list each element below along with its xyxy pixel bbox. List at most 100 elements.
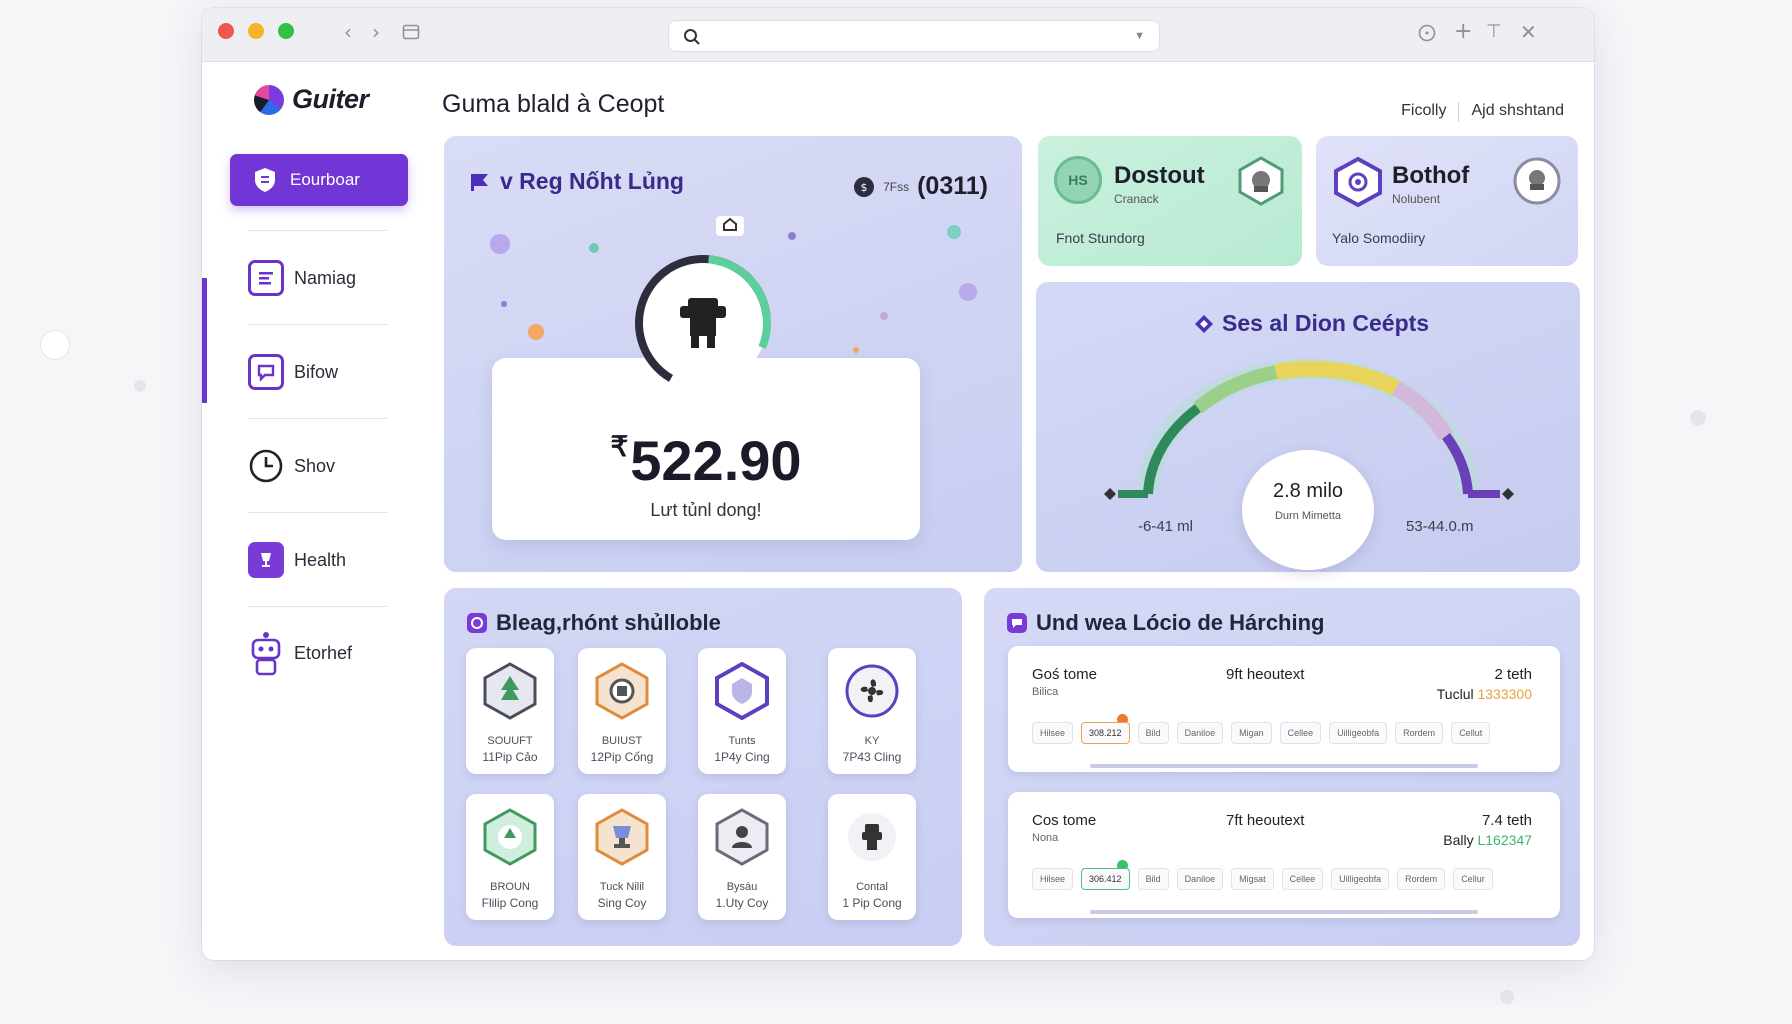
eye-badge-icon [1334,156,1382,208]
chip[interactable]: Rordem [1395,722,1444,744]
fan-badge-icon [845,664,899,718]
chevron-down-icon[interactable]: ▼ [1134,30,1145,42]
balance-card: v Reg Nốht Lủng $ 7Fss (0311) ₹522.90 Lư… [444,136,1022,572]
chip[interactable]: Uilligeobfa [1331,868,1390,890]
chip[interactable]: Migan [1231,722,1272,744]
new-tab-icon[interactable]: + [1454,21,1472,43]
chip-selected[interactable]: 308.212 [1081,722,1130,744]
stat-card-dostout[interactable]: HS Dostout Cranack Fnot Stundorg [1038,136,1302,266]
matching-list-card: Und wea Lócio de Hárching Goś tome Bilic… [984,588,1580,946]
achievement-badge[interactable]: BROUN Flilip Cong [466,794,554,920]
chip-selected[interactable]: 306.412 [1081,868,1130,890]
row-right-label: Tuclul [1436,686,1474,702]
person-badge-icon [715,808,769,866]
top-link-1[interactable]: Ficolly [1401,102,1446,122]
badge-sub: 7P43 Cling [842,750,902,764]
chip[interactable]: Migsat [1231,868,1274,890]
card-title-text: Und wea Lócio de Hárching [1036,610,1325,635]
chip[interactable]: Bild [1137,722,1169,744]
chip[interactable]: Uilligeobfa [1329,722,1388,744]
card-title-text: Ses al Dion Ceépts [1222,310,1430,336]
achievement-badge[interactable]: Contal 1 Pip Cong [828,794,916,920]
list-item[interactable]: Cos tome Nona 7ft heoutext 7.4 teth Ball… [1008,792,1560,918]
sidebar-item-namiag[interactable]: Namiag [248,260,356,296]
hs-icon: HS [1054,156,1102,204]
sidebar-item-active[interactable]: Eourboar [230,154,408,206]
browser-window: ‹ › ▼ + ⊤ ✕ Guiter Guma blald à Ceopt Fi… [202,8,1594,960]
background-dot [1690,410,1706,426]
chip[interactable]: Cellur [1453,868,1493,890]
list-item[interactable]: Goś tome Bilica 9ft heoutext 2 teth Tucl… [1008,646,1560,772]
badge-title: Tuck Nilil [599,881,645,893]
divider [248,418,388,419]
chip-row: Hilsee 306.412 Bild Daniloe Migsat Celle… [1032,868,1493,890]
badge-sub: Flilip Cong [481,896,539,910]
chip[interactable]: Cellee [1281,868,1324,890]
chip[interactable]: Daniloe [1176,722,1224,744]
top-links: Ficolly Ajd shshtand [1401,102,1564,122]
balance-amount: ₹522.90 [492,428,920,493]
sidebar-item-health[interactable]: Health [248,542,346,578]
sidebar-item-etorhef[interactable]: Etorhef [248,630,352,676]
top-link-2[interactable]: Ajd shshtand [1471,102,1564,122]
chip[interactable]: Daniloe [1176,868,1224,890]
close-icon[interactable]: ✕ [1520,22,1537,42]
badge-title: Contal [856,881,888,893]
achievement-badge[interactable]: Tuck Nilil Sing Coy [578,794,666,920]
row-scrollbar[interactable] [1090,764,1478,768]
sidebar-toggle-icon[interactable] [402,23,420,44]
chip[interactable]: Hilsee [1032,868,1074,890]
row-right: 7.4 teth [1481,812,1532,829]
background-dot [1500,990,1514,1004]
stat-name: Bothof [1392,162,1470,189]
pin-icon[interactable]: ⊤ [1486,22,1502,42]
trophy-badge-icon [595,808,649,866]
row-right-detail: Tuclul 1333300 [1437,686,1532,702]
badge-sub: 11Pip Cảo [482,750,538,764]
achievement-badge[interactable]: Bysáu 1.Uty Coy [698,794,786,920]
maximize-window-button[interactable] [278,23,294,39]
achievement-badge[interactable]: KY 7P43 Cling [828,648,916,774]
forward-icon[interactable]: › [372,22,380,42]
page-title: Guma blald à Ceopt [442,90,665,118]
chip[interactable]: Hilsee [1032,722,1074,744]
divider [248,324,388,325]
address-bar[interactable]: ▼ [668,20,1160,52]
sidebar-item-shov[interactable]: Shov [248,448,335,484]
background-dot [134,380,146,392]
chip[interactable]: Bild [1137,868,1169,890]
card-title: Und wea Lócio de Hárching [1006,610,1324,636]
chip[interactable]: Cellee [1279,722,1322,744]
badge-title: Tunts [728,735,756,747]
sidebar-item-bifow[interactable]: Bifow [248,354,338,390]
badge-title: BUIUST [601,735,643,747]
row-middle: 7ft heoutext [1226,812,1305,829]
app-logo[interactable]: Guiter [254,84,369,115]
row-middle: 9ft heoutext [1226,666,1305,683]
achievement-badge[interactable]: SOUUFT 11Pip Cảo [466,648,554,774]
minimize-window-button[interactable] [248,23,264,39]
gear-badge-icon [595,662,649,720]
divider [1458,102,1460,122]
balance-subtitle: Lưt tủnl dong! [650,500,762,520]
stat-card-bothof[interactable]: Bothof Nolubent Yalo Somodiiry [1316,136,1578,266]
sidebar-item-label: Eourboar [290,170,360,189]
diamond-icon [1195,314,1213,333]
row-title: Cos tome [1032,812,1097,829]
back-icon[interactable]: ‹ [344,22,352,42]
history-icon[interactable] [1418,24,1436,45]
chip[interactable]: Cellut [1451,722,1491,744]
achievement-badge[interactable]: BUIUST 12Pip Cống [578,648,666,774]
sidebar-item-label: Health [294,549,347,570]
close-window-button[interactable] [218,23,234,39]
row-right-detail: Bally L162347 [1443,832,1532,848]
document-icon [248,260,284,296]
achievement-badge[interactable]: Tunts 1P4y Cing [698,648,786,774]
chip[interactable]: Rordem [1397,868,1446,890]
row-scrollbar[interactable] [1090,910,1478,914]
leaf-badge-icon [483,808,537,866]
row-sub: Bilica [1032,686,1059,698]
badge-sub: 1 Pip Cong [842,896,902,910]
row-right-value: 1333300 [1477,686,1532,702]
tree-badge-icon [483,662,537,720]
